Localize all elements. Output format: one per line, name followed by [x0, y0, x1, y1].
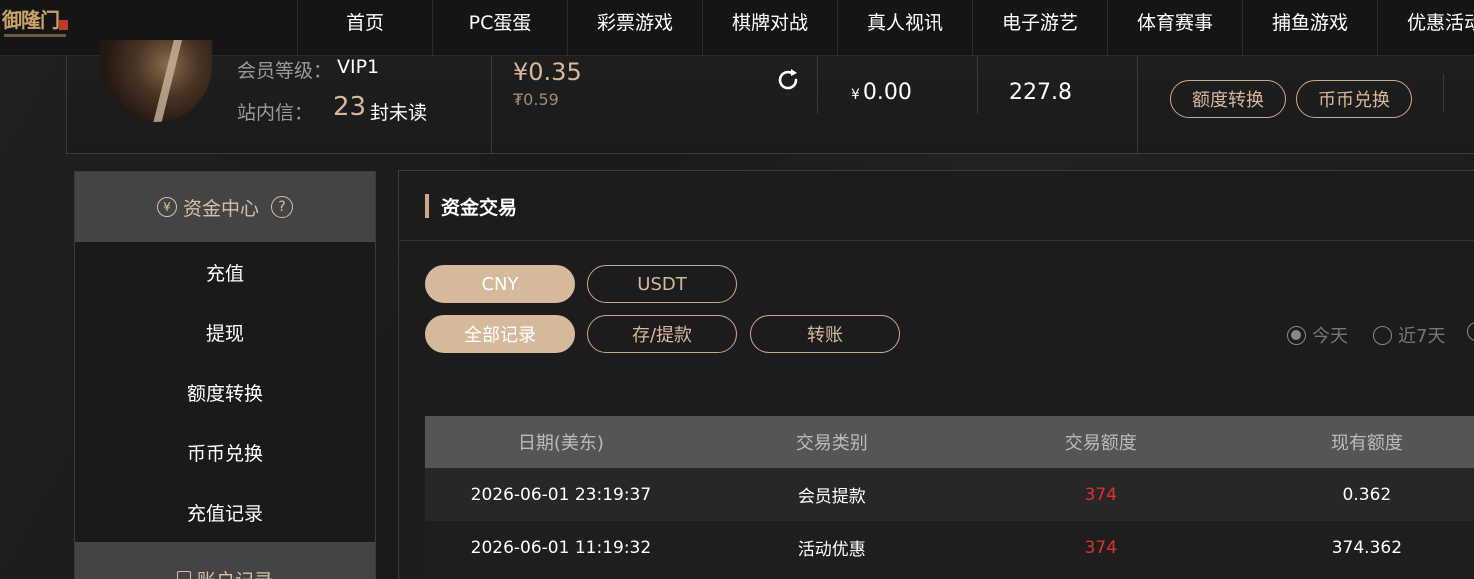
help-icon[interactable]: ?	[271, 196, 293, 218]
nav-item-promotions[interactable]: 优惠活动	[1377, 0, 1474, 56]
messages-count[interactable]: 23	[333, 92, 366, 122]
main-header: 资金交易	[399, 171, 1474, 241]
table-header: 日期(美东) 交易类别 交易额度 现有额度	[425, 416, 1474, 468]
tab-all-records[interactable]: 全部记录	[425, 315, 575, 353]
range-today[interactable]: 今天	[1287, 322, 1348, 348]
messages-label: 站内信：	[237, 102, 314, 124]
member-level-value: VIP1	[337, 56, 380, 78]
title-accent	[425, 194, 429, 218]
page-title: 资金交易	[441, 197, 518, 219]
tab-cny[interactable]: CNY	[425, 265, 575, 303]
table-row: 2026-06-01 23:19:37 会员提款 374 0.362	[425, 468, 1474, 521]
column-header-date: 日期(美东)	[517, 433, 604, 454]
transactions-table: 日期(美东) 交易类别 交易额度 现有额度 2026-06-01 23:19:3…	[425, 416, 1474, 574]
tab-usdt[interactable]: USDT	[587, 265, 737, 303]
nav-item-fishing[interactable]: 捕鱼游戏	[1242, 0, 1377, 56]
balance-cny: ¥0.35	[513, 58, 582, 86]
tab-deposit-withdraw[interactable]: 存/提款	[587, 315, 737, 353]
divider	[491, 56, 492, 154]
main-panel: 资金交易 CNY USDT 全部记录 存/提款 转账 今天 近7天 日期(美东)…	[398, 170, 1474, 579]
nav-item-pc28[interactable]: PC蛋蛋	[432, 0, 567, 56]
member-panel: 会员等级： VIP1 站内信： 23 封未读 ¥0.35 ₮0.59 ¥0.00…	[66, 40, 1474, 154]
radio-unchecked-icon	[1373, 325, 1392, 345]
divider	[1443, 74, 1444, 112]
nav-item-lottery[interactable]: 彩票游戏	[567, 0, 702, 56]
divider	[817, 56, 818, 114]
site-logo[interactable]: 御隆门	[2, 4, 70, 44]
document-icon	[176, 570, 191, 579]
messages-unread-label: 封未读	[370, 102, 428, 124]
range-7days[interactable]: 近7天	[1373, 322, 1445, 348]
column-header-type: 交易类别	[795, 433, 868, 454]
logo-seal	[59, 20, 68, 30]
nav-item-home[interactable]: 首页	[297, 0, 432, 56]
nav-item-slots[interactable]: 电子游艺	[972, 0, 1107, 56]
avatar[interactable]	[100, 40, 212, 122]
yen-coin-icon: ¥	[156, 197, 177, 217]
exchange-button[interactable]: 币币兑换	[1296, 80, 1412, 118]
column-header-amount: 交易额度	[1064, 433, 1137, 454]
sidebar-item-exchange[interactable]: 币币兑换	[75, 422, 375, 482]
nav-item-cards[interactable]: 棋牌对战	[702, 0, 837, 56]
sidebar-item-deposit-records[interactable]: 充值记录	[75, 482, 375, 542]
tab-transfer[interactable]: 转账	[750, 315, 900, 353]
sidebar-section-funds[interactable]: ¥ 资金中心 ?	[75, 172, 375, 242]
range-more[interactable]	[1467, 322, 1474, 341]
refresh-icon[interactable]	[774, 66, 802, 94]
sidebar-item-transfer[interactable]: 额度转换	[75, 362, 375, 422]
top-nav: 御隆门 首页 PC蛋蛋 彩票游戏 棋牌对战 真人视讯 电子游艺 体育赛事 捕鱼游…	[0, 0, 1474, 56]
balance-usdt: ₮0.59	[513, 90, 559, 109]
transfer-button[interactable]: 额度转换	[1170, 80, 1286, 118]
divider	[977, 56, 978, 114]
nav-item-live[interactable]: 真人视讯	[837, 0, 972, 56]
member-level-label: 会员等级：	[237, 60, 333, 82]
sidebar: ¥ 资金中心 ? 充值 提现 额度转换 币币兑换 充值记录 账户记录	[74, 171, 376, 579]
nav-item-sports[interactable]: 体育赛事	[1107, 0, 1242, 56]
divider	[1137, 56, 1138, 154]
wallet-balance-2: 227.8	[1009, 80, 1072, 105]
wallet-balance-1: ¥0.00	[851, 80, 912, 105]
nav-list: 首页 PC蛋蛋 彩票游戏 棋牌对战 真人视讯 电子游艺 体育赛事 捕鱼游戏 优惠…	[297, 0, 1474, 56]
radio-unchecked-icon	[1467, 322, 1474, 341]
sidebar-item-deposit[interactable]: 充值	[75, 242, 375, 302]
sidebar-item-withdraw[interactable]: 提现	[75, 302, 375, 362]
column-header-balance: 现有额度	[1330, 433, 1403, 454]
radio-checked-icon	[1287, 325, 1306, 345]
sidebar-section-account-records[interactable]: 账户记录	[75, 542, 375, 579]
table-row: 2026-06-01 11:19:32 活动优惠 374 374.362	[425, 521, 1474, 574]
